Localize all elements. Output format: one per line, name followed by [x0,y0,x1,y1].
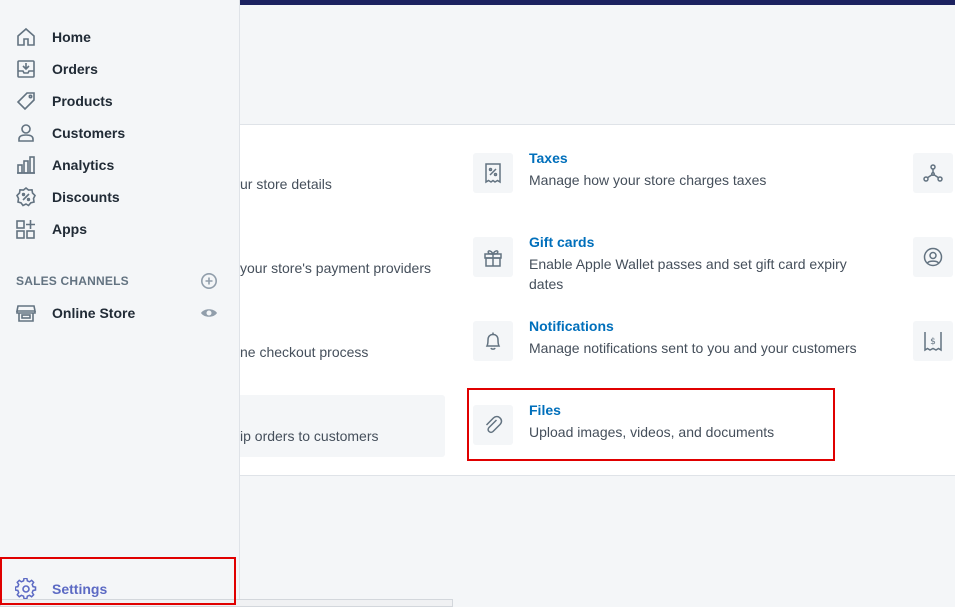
tile-title[interactable]: Taxes [529,150,568,166]
tile-title[interactable]: Files [529,402,561,418]
gift-cards-tile[interactable]: Gift cards Enable Apple Wallet passes an… [473,230,863,310]
sales-channels-heading: SALES CHANNELS [16,274,129,288]
sidebar-item-home[interactable]: Home [0,21,239,53]
tile-title[interactable]: Notifications [529,318,614,334]
sidebar-item-label: Analytics [52,157,115,173]
account-circle-icon[interactable] [913,237,953,277]
eye-icon[interactable] [199,304,219,322]
bar-chart-icon [15,154,37,176]
sidebar-item-analytics[interactable]: Analytics [0,149,239,181]
settings-card: ur store details your store's payment pr… [230,124,955,476]
sidebar-item-orders[interactable]: Orders [0,53,239,85]
general-description: ur store details [240,176,332,192]
sidebar-item-products[interactable]: Products [0,85,239,117]
add-circle-icon[interactable] [200,272,218,290]
sidebar-item-label: Home [52,29,91,45]
sidebar-item-label: Discounts [52,189,120,205]
sidebar-item-label: Online Store [52,305,136,321]
apps-icon [15,218,37,240]
tile-description: Enable Apple Wallet passes and set gift … [529,256,847,292]
receipt-percent-icon [473,153,513,193]
shipping-description: ip orders to customers [240,428,379,444]
taxes-tile[interactable]: Taxes Manage how your store charges taxe… [473,146,863,210]
bell-icon [473,321,513,361]
svg-text:$: $ [930,337,936,347]
browser-status-bar [0,599,453,607]
sidebar: Home Orders Products Customers Analytics… [0,0,240,607]
person-icon [15,122,37,144]
sidebar-item-apps[interactable]: Apps [0,213,239,245]
billing-icon[interactable]: $ [913,321,953,361]
tile-description: Upload images, videos, and documents [529,424,775,440]
paperclip-icon [473,405,513,445]
orders-icon [15,58,37,80]
sidebar-item-label: Products [52,93,113,109]
sidebar-item-label: Settings [52,581,108,597]
tile-title[interactable]: Gift cards [529,234,594,250]
checkout-description: ne checkout process [240,344,369,360]
payment-providers-description: your store's payment providers [240,260,431,276]
shipping-tile-hover[interactable]: ip orders to customers [230,395,445,457]
tag-icon [15,90,37,112]
network-icon[interactable] [913,153,953,193]
sidebar-item-label: Orders [52,61,98,77]
sidebar-item-discounts[interactable]: Discounts [0,181,239,213]
sidebar-item-label: Apps [52,221,87,237]
store-icon [15,302,37,324]
home-icon [15,26,37,48]
gear-icon [15,578,37,600]
discount-icon [15,186,37,208]
sidebar-item-label: Customers [52,125,126,141]
tile-description: Manage how your store charges taxes [529,172,767,188]
notifications-tile[interactable]: Notifications Manage notifications sent … [473,314,863,378]
gift-icon [473,237,513,277]
sidebar-item-customers[interactable]: Customers [0,117,239,149]
tile-description: Manage notifications sent to you and you… [529,340,857,356]
files-tile[interactable]: Files Upload images, videos, and documen… [473,398,863,462]
